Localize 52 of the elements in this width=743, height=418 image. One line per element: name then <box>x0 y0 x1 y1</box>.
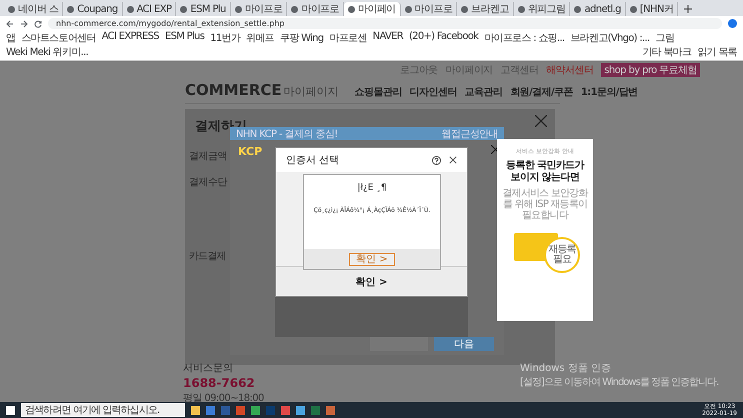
bookmark[interactable]: Weki Meki 위키미... <box>6 45 88 59</box>
close-icon[interactable] <box>449 156 457 164</box>
error-title: |ł¿E ¸¶ <box>357 183 387 193</box>
ad-badge: 재등록 필요 <box>544 237 580 273</box>
bookmark[interactable]: NAVER <box>372 31 403 45</box>
phone-number: 1688-7662 <box>183 376 256 390</box>
logo[interactable]: COMMERCE <box>185 81 282 99</box>
nav-item[interactable]: 쇼핑몰관리 <box>354 85 402 99</box>
field-label: 결제수단 <box>189 176 227 189</box>
activation-text: [설정]으로 이동하여 Windows를 정품 인증합니다. <box>520 376 718 389</box>
search-field[interactable]: 검색하려면 여기에 입력하십시오. <box>21 403 185 417</box>
bookmark[interactable]: 기타 북마크 <box>642 45 692 59</box>
bookmark[interactable]: 11번가 <box>210 31 240 45</box>
bookmark[interactable]: ACI EXPRESS <box>102 31 159 45</box>
bookmark[interactable]: (20+) Facebook <box>408 31 478 45</box>
notice-heading: 카드결제 <box>189 250 226 263</box>
help-icon[interactable] <box>432 156 441 164</box>
bookmark[interactable]: 쿠팡 Wing <box>280 31 324 45</box>
profile-icon[interactable] <box>728 19 737 28</box>
new-tab-icon[interactable] <box>684 5 692 13</box>
ad-text: 결제서비스 보안강화를 위해 ISP 재등록이 필요합니다 <box>501 188 589 221</box>
bookmark[interactable]: 마프로센 <box>329 31 367 45</box>
next-button[interactable]: 다음 <box>434 337 494 351</box>
ad-headline: 등록한 국민카드가 보이지 않는다면 <box>504 160 586 184</box>
bookmark[interactable]: ESM Plus <box>164 31 204 45</box>
forward-icon[interactable] <box>20 20 28 28</box>
nav-item[interactable]: 디자인센터 <box>410 85 457 99</box>
field-label: 결제금액 <box>189 150 227 163</box>
reload-icon[interactable] <box>34 20 42 28</box>
activation-title: Windows 정품 인증 <box>520 362 612 375</box>
browser-tab[interactable]: 마이페이 <box>344 2 401 16</box>
bookmark[interactable]: 위메프 <box>246 31 274 45</box>
bookmark[interactable]: 읽기 목록 <box>697 45 737 59</box>
header-link[interactable]: shop by pro 무료체험 <box>601 63 700 77</box>
nav-item[interactable]: 교육관리 <box>464 85 502 99</box>
bookmark[interactable]: 브라켄고(Vhgo) :... <box>570 31 650 45</box>
start-icon[interactable] <box>6 406 15 414</box>
service-title: 서비스문의 <box>183 362 234 375</box>
bookmark[interactable]: 마이프로스 : 쇼핑... <box>484 31 564 45</box>
nav-item[interactable]: 1:1문의/답변 <box>580 85 638 99</box>
kcp-logo: KCP <box>238 145 262 158</box>
confirm-button[interactable]: 확인 > <box>276 266 467 296</box>
bookmark[interactable]: 그림 <box>655 31 674 45</box>
ok-button[interactable]: 확인 > <box>349 252 395 266</box>
service-hours: 평일 09:00~18:00 <box>183 392 264 405</box>
dialog-title: 인증서 선택 <box>286 154 340 167</box>
bookmark[interactable]: 스마트스토어센터 <box>21 31 96 45</box>
bookmark[interactable]: 앱 <box>6 31 16 45</box>
address-field[interactable]: nhn-commerce.com/mygodo/rental_extension_settle.php <box>48 18 722 29</box>
logo-subtitle: 마이페이지 <box>284 84 339 99</box>
back-icon[interactable] <box>6 20 14 28</box>
nav-item[interactable]: 회원/결제/쿠폰 <box>510 85 573 99</box>
